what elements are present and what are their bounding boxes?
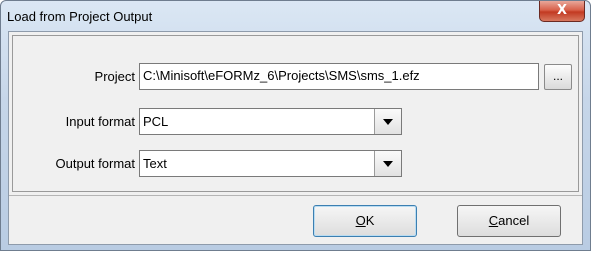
cancel-mnemonic: C bbox=[488, 213, 499, 228]
ok-mnemonic: O bbox=[355, 213, 366, 228]
cancel-label: ancel bbox=[498, 213, 530, 228]
input-format-label: Input format bbox=[65, 114, 135, 129]
ok-label: K bbox=[365, 213, 375, 228]
project-path-field[interactable]: C:\Minisoft\eFORMz_6\Projects\SMS\sms_1.… bbox=[139, 63, 539, 90]
chevron-down-icon[interactable] bbox=[374, 109, 401, 134]
dialog-body: Project C:\Minisoft\eFORMz_6\Projects\SM… bbox=[8, 31, 583, 245]
dialog-window: Load from Project Output X Project C:\Mi… bbox=[0, 0, 591, 251]
chevron-down-icon[interactable] bbox=[374, 151, 401, 176]
window-title: Load from Project Output bbox=[7, 9, 153, 24]
cancel-button[interactable]: Cancel bbox=[457, 205, 561, 237]
project-label: Project bbox=[94, 69, 135, 84]
browse-button[interactable]: ... bbox=[544, 64, 572, 90]
output-format-select[interactable]: Text bbox=[139, 150, 402, 177]
input-format-select[interactable]: PCL bbox=[139, 108, 402, 135]
close-button[interactable]: X bbox=[539, 1, 585, 22]
output-format-label: Output format bbox=[55, 156, 135, 171]
input-format-value: PCL bbox=[143, 114, 169, 129]
form-panel: Project C:\Minisoft\eFORMz_6\Projects\SM… bbox=[12, 35, 579, 192]
ok-button[interactable]: OK bbox=[313, 205, 417, 237]
footer-divider bbox=[9, 195, 582, 196]
title-bar[interactable]: Load from Project Output X bbox=[1, 1, 590, 31]
output-format-value: Text bbox=[143, 156, 167, 171]
close-icon: X bbox=[556, 3, 568, 18]
